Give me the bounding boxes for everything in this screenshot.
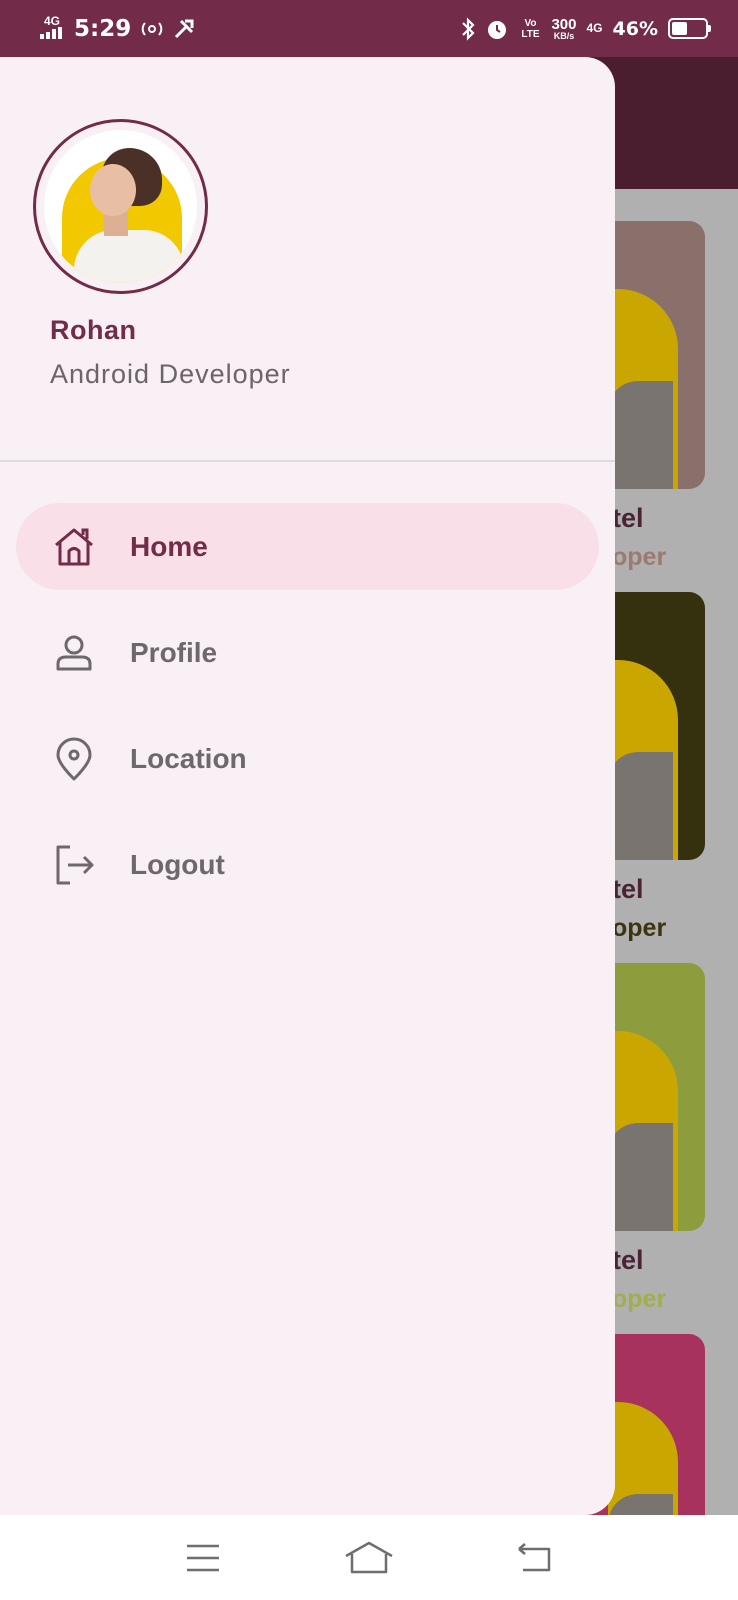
avatar: [44, 130, 197, 283]
background-card-role: oper: [612, 543, 667, 571]
status-bar-left: 4G 5:29: [40, 14, 195, 42]
volte-indicator: Vo LTE: [521, 17, 540, 40]
clock: 5:29: [74, 15, 132, 42]
battery-icon: [668, 18, 711, 39]
avatar-shirt: [74, 230, 184, 283]
home-icon: [52, 525, 96, 569]
bluetooth-icon: [462, 16, 476, 41]
back-icon: [518, 1542, 551, 1571]
background-card-name: tel: [612, 874, 644, 904]
battery-percent: 46%: [612, 17, 658, 40]
user-name: Rohan: [50, 315, 137, 345]
card-image-shirt: [608, 381, 673, 489]
battery-fill: [672, 22, 687, 35]
network-type: 4G: [43, 14, 60, 28]
recents-button[interactable]: [173, 1533, 233, 1583]
hotspot-icon: [141, 21, 163, 36]
signal-bars-icon: [40, 27, 62, 39]
user-role: Android Developer: [50, 359, 291, 389]
signal-indicator: 4G: [40, 14, 64, 41]
background-card-name: tel: [612, 1245, 644, 1275]
navigation-drawer: Rohan Android Developer Home Profile Loc…: [0, 57, 615, 1515]
menu-item-location[interactable]: Location: [16, 715, 599, 802]
avatar-frame[interactable]: [33, 119, 208, 294]
card-image-shirt: [608, 752, 673, 860]
network-speed: 300 KB/s: [551, 17, 576, 41]
drawer-menu: Home Profile Location Logout: [16, 503, 599, 927]
logout-icon: [52, 843, 96, 887]
menu-item-label: Location: [130, 742, 247, 774]
person-icon: [52, 631, 96, 675]
home-button[interactable]: [339, 1533, 399, 1583]
back-button[interactable]: [505, 1533, 565, 1583]
network-type-2: 4G: [586, 21, 603, 35]
background-card-name: tel: [612, 503, 644, 533]
menu-item-label: Logout: [130, 848, 225, 880]
status-bar: 4G 5:29 Vo LTE 300 KB/s 4G 46%: [0, 0, 738, 57]
card-image-shirt: [608, 1123, 673, 1231]
drawer-divider: [0, 460, 615, 462]
alarm-icon: [488, 20, 507, 39]
speed-value: 300: [551, 15, 577, 33]
menu-item-label: Profile: [130, 636, 218, 668]
menu-item-logout[interactable]: Logout: [16, 821, 599, 908]
menu-item-home[interactable]: Home: [16, 503, 599, 590]
speed-unit: KB/s: [553, 30, 575, 41]
background-card-role: oper: [612, 914, 667, 942]
menu-icon: [187, 1544, 219, 1571]
avatar-face: [90, 164, 136, 216]
menu-item-profile[interactable]: Profile: [16, 609, 599, 696]
tools-icon: [175, 19, 194, 38]
home-outline-icon: [345, 1541, 393, 1573]
status-bar-right: Vo LTE 300 KB/s 4G 46%: [461, 16, 711, 41]
system-nav-bar: [0, 1515, 738, 1600]
background-card-role: oper: [612, 1285, 667, 1313]
location-pin-icon: [52, 737, 96, 781]
menu-item-label: Home: [130, 530, 208, 562]
